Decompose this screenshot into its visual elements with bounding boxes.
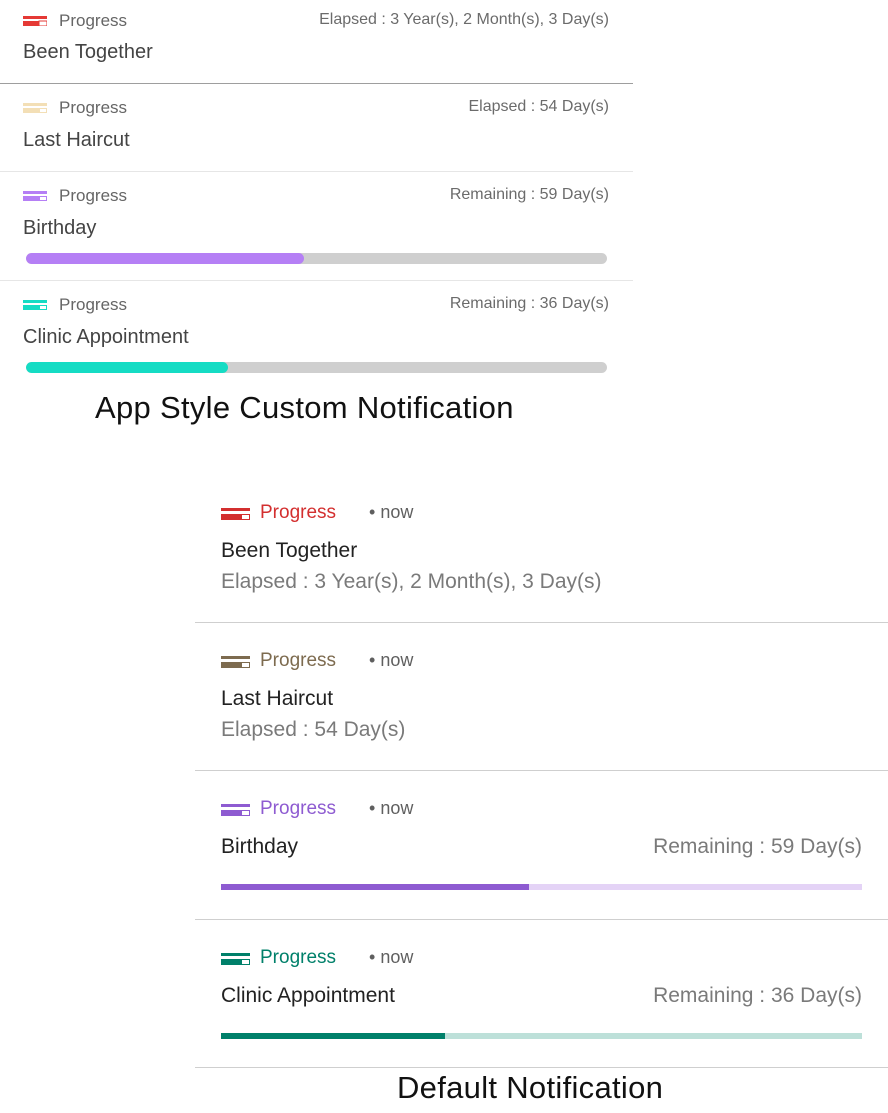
default-notification-panel: Progress • now Been Together Elapsed : 3… (195, 475, 888, 1068)
time-label: now (380, 650, 414, 670)
app-name-label: Progress (260, 798, 337, 819)
notification-title: Last Haircut (221, 687, 334, 710)
default-notification-been-together[interactable]: Progress • now Been Together Elapsed : 3… (195, 475, 888, 623)
notification-title: Been Together (221, 539, 358, 562)
app-name-label: Progress (59, 186, 128, 205)
progress-app-icon (221, 804, 250, 816)
progress-bar (221, 884, 862, 890)
app-name-label: Progress (260, 947, 337, 968)
time-separator: • now (369, 947, 414, 967)
progress-bar (221, 1033, 862, 1039)
app-style-notification-panel: Progress Elapsed : 3 Year(s), 2 Month(s)… (0, 0, 633, 386)
default-style-caption: Default Notification (397, 1070, 664, 1105)
notification-title: Clinic Appointment (221, 984, 395, 1007)
progress-bar (26, 362, 607, 373)
elapsed-status: Elapsed : 3 Year(s), 2 Month(s), 3 Day(s… (319, 11, 609, 28)
progress-app-icon (23, 191, 47, 201)
time-label: now (380, 947, 414, 967)
time-label: now (380, 798, 414, 818)
progress-bar-fill (221, 1033, 446, 1039)
progress-app-icon (23, 103, 47, 113)
app-style-caption: App Style Custom Notification (95, 390, 514, 425)
app-name-label: Progress (260, 502, 337, 523)
time-separator: • now (369, 798, 414, 818)
elapsed-status: Elapsed : 54 Day(s) (468, 98, 609, 115)
notification-title: Last Haircut (23, 129, 130, 151)
notification-subtitle: Elapsed : 3 Year(s), 2 Month(s), 3 Day(s… (221, 570, 602, 593)
default-notification-birthday[interactable]: Progress • now Birthday Remaining : 59 D… (195, 771, 888, 920)
remaining-status: Remaining : 36 Day(s) (653, 984, 862, 1007)
progress-app-icon (221, 508, 250, 520)
notification-subtitle: Elapsed : 54 Day(s) (221, 718, 406, 741)
app-notification-last-haircut[interactable]: Progress Elapsed : 54 Day(s) Last Haircu… (0, 84, 633, 172)
default-notification-clinic-appointment[interactable]: Progress • now Clinic Appointment Remain… (195, 920, 888, 1068)
notification-title: Been Together (23, 41, 153, 63)
time-separator: • now (369, 650, 414, 670)
app-name-label: Progress (59, 98, 128, 117)
app-notification-birthday[interactable]: Progress Remaining : 59 Day(s) Birthday (0, 172, 633, 281)
remaining-status: Remaining : 36 Day(s) (449, 295, 609, 312)
remaining-status: Remaining : 59 Day(s) (653, 835, 862, 858)
progress-app-icon (23, 300, 47, 310)
notification-title: Birthday (221, 835, 299, 858)
app-name-label: Progress (59, 295, 128, 314)
remaining-status: Remaining : 59 Day(s) (449, 186, 609, 203)
notification-title: Clinic Appointment (23, 326, 189, 348)
time-label: now (380, 502, 414, 522)
notification-title: Birthday (23, 217, 97, 239)
app-notification-clinic-appointment[interactable]: Progress Remaining : 36 Day(s) Clinic Ap… (0, 281, 633, 386)
progress-bar-fill (221, 884, 529, 890)
progress-app-icon (221, 656, 250, 668)
app-name-label: Progress (59, 11, 128, 30)
progress-bar-fill (26, 253, 304, 264)
time-separator: • now (369, 502, 414, 522)
app-name-label: Progress (260, 650, 337, 671)
progress-app-icon (23, 16, 47, 26)
default-notification-last-haircut[interactable]: Progress • now Last Haircut Elapsed : 54… (195, 623, 888, 771)
app-notification-been-together[interactable]: Progress Elapsed : 3 Year(s), 2 Month(s)… (0, 0, 633, 84)
progress-bar (26, 253, 607, 264)
progress-app-icon (221, 953, 250, 965)
progress-bar-fill (26, 362, 229, 373)
